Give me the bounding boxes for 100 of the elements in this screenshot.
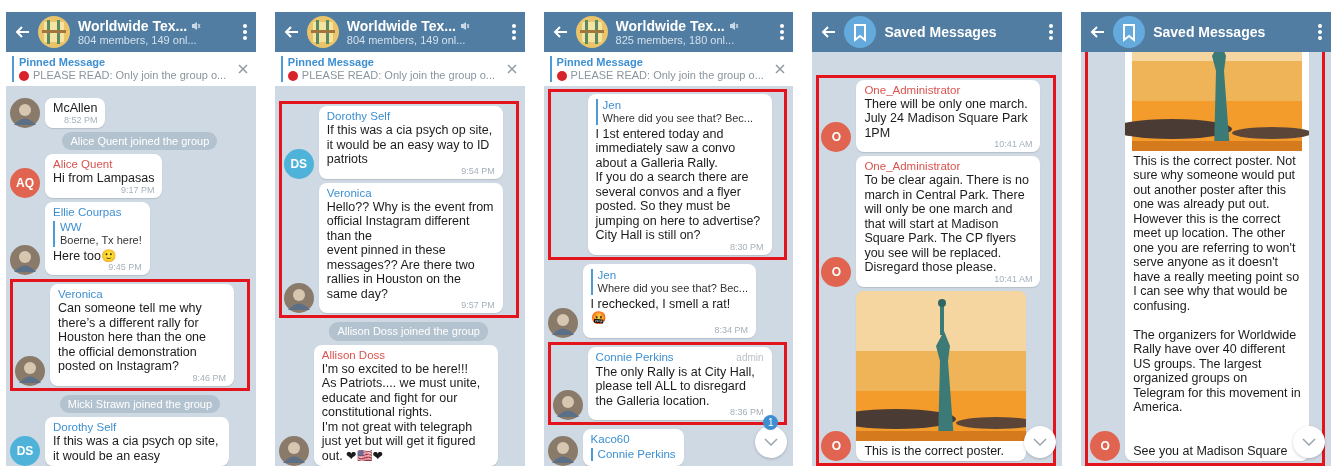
service-message: Alice Quent joined the group <box>62 131 218 150</box>
more-options-icon[interactable] <box>510 23 517 41</box>
sender-name: Veronica <box>58 287 103 301</box>
reply-author: Jen <box>602 98 623 112</box>
back-arrow-icon[interactable] <box>282 24 299 40</box>
sender-name: Alice Quent <box>53 157 113 171</box>
service-message: Allison Doss joined the group <box>329 322 488 341</box>
avatar: DS <box>283 148 314 179</box>
pinned-message-bar[interactable]: Pinned Message PLEASE READ: Only join the group o... <box>274 52 525 86</box>
service-message: Micki Strawn joined the group <box>59 394 221 413</box>
more-options-icon[interactable] <box>1048 23 1055 41</box>
more-options-icon[interactable] <box>241 23 248 41</box>
message-time: 9:46 PM <box>192 372 226 383</box>
chat-title: Worldwide Tex... <box>615 17 725 34</box>
avatar: O <box>821 431 852 461</box>
chat-title: Worldwide Tex... <box>78 17 188 34</box>
message-text: If this was a cia psych op site, it would be an easy <box>53 434 220 463</box>
chevron-down-icon <box>764 438 779 446</box>
bookmark-icon <box>1113 16 1146 48</box>
chevron-down-icon <box>1033 438 1048 446</box>
member-count: 804 members, 149 onl... <box>346 33 467 47</box>
member-count: 804 members, 149 onl... <box>78 33 198 47</box>
reply-text: Where did you see that? Bec... <box>597 281 748 295</box>
pinned-text: PLEASE READ: Only join the group o... <box>33 69 227 82</box>
reply-quote[interactable]: WW Boerne, Tx here! <box>53 220 142 247</box>
message-time: 8:52 PM <box>63 114 98 125</box>
pinned-text: PLEASE READ: Only join the group o... <box>301 69 495 82</box>
close-icon[interactable] <box>237 64 248 74</box>
sender-name: One_Administrator <box>864 82 961 97</box>
sender-name: One_Administrator <box>864 159 961 173</box>
chat-title: Saved Messages <box>884 24 997 40</box>
sender-name: Dorothy Self <box>326 109 391 123</box>
pinned-message-bar[interactable]: Pinned Message PLEASE READ: Only join the group o... <box>543 52 794 86</box>
chevron-down-icon <box>1302 438 1316 446</box>
message-text: There will be only one march. July 24 Madison Square Park 1PM <box>864 96 1029 140</box>
message-text: This is the correct poster. Not sure why someone would put out another poster after this one was already put out. However this is the correct meet up location. The other one you are referring to won't serve anyone as it doesn't have a really meeting point so I can see why that would be confusing. The organizers for Worldwide Rally have over 40 different US groups. The largest organized groups on Telegram for this movement in America. See you at Madison Square <box>1133 153 1302 458</box>
avatar-icon <box>547 307 578 338</box>
sender-name: Connie Perkins <box>595 349 674 364</box>
sender-name: Dorothy Self <box>53 420 117 434</box>
reply-author: Jen <box>597 268 618 282</box>
avatar: O <box>821 256 852 287</box>
avatar-icon <box>547 436 578 466</box>
message-text: This is the correct poster. <box>864 443 1006 458</box>
back-arrow-icon[interactable] <box>551 24 568 40</box>
role-label: admin <box>736 350 764 365</box>
more-options-icon[interactable] <box>1317 23 1323 41</box>
reply-quote[interactable]: Jen Where did you see that? Bec... <box>595 98 764 125</box>
avatar: DS <box>10 436 40 466</box>
message-time: 9:17 PM <box>120 184 155 195</box>
back-arrow-icon[interactable] <box>820 24 837 40</box>
message-time: 9:57 PM <box>461 300 495 310</box>
sender-name: Veronica <box>326 185 372 200</box>
member-count: 825 members, 180 onl... <box>615 33 736 47</box>
message-text: I rechecked, I smell a rat! 🤬 <box>590 296 732 326</box>
avatar-icon <box>278 436 309 466</box>
avatar-icon <box>283 283 314 313</box>
message-text: McAllen <box>53 101 98 116</box>
chat-title: Worldwide Tex... <box>346 17 456 34</box>
message-text: If this was a cia psych op site, it would be an easy way to ID patriots <box>326 123 494 167</box>
avatar-icon <box>10 97 40 128</box>
avatar: O <box>1090 431 1121 461</box>
message-time: 9:45 PM <box>108 262 142 272</box>
pinned-label: Pinned Message <box>19 56 107 69</box>
avatar-icon <box>15 355 45 386</box>
close-icon[interactable] <box>506 64 517 74</box>
message-text: The only Rally is at City Hall, please tell ALL to disregard the Galleria location. <box>595 364 756 408</box>
avatar-icon <box>10 245 40 275</box>
message-text: To be clear again. There is no march in Central Park. There will only be one march and that will start at Madison Square Park. The CP flyers you see will be replaced. Disregard those please. <box>864 173 1030 275</box>
reply-text: Boerne, Tx here! <box>60 233 142 247</box>
message-time: 8:36 PM <box>730 407 764 417</box>
message-text: Here too🙂 <box>53 248 118 263</box>
message-text: Hello?? Why is the event from official Instagram different than the event pinned in these messages?? Are there two rallies in Houston on the same day? <box>326 199 495 301</box>
message-time: 9:54 PM <box>461 165 495 176</box>
avatar: O <box>821 122 852 152</box>
pinned-label: Pinned Message <box>287 56 375 69</box>
chat-title: Saved Messages <box>1153 24 1266 40</box>
message-time: 10:41 AM <box>994 273 1033 284</box>
sender-name: Kaco60 <box>590 432 630 446</box>
dot-icon <box>287 70 298 81</box>
dot-icon <box>19 70 29 81</box>
message-text: I 1st entered today and immediately saw a convo about a Galleria Rally. If you do a search there are several convos and a flyer posted. So they must be jumping on here to advertise? City Hall is still on? <box>595 126 762 243</box>
reply-author: WW <box>60 220 83 234</box>
reply-text: Where did you see that? Bec... <box>602 111 754 125</box>
pinned-message-bar[interactable]: Pinned Message PLEASE READ: Only join the group o... <box>6 52 256 86</box>
message-text: I'm so excited to be here!!! As Patriots.... we must unite, educate and fight for our constitutional rights. I'm not great with telegraph just yet but will get it figured out. ❤🇺🇸❤ <box>321 361 482 463</box>
avatar-icon <box>552 390 583 420</box>
message-time: 8:30 PM <box>730 241 764 252</box>
scroll-down-button[interactable] <box>1024 426 1057 458</box>
reply-quote[interactable]: Jen Where did you see that? Bec... <box>590 268 748 295</box>
pinned-label: Pinned Message <box>556 56 644 69</box>
pinned-text: PLEASE READ: Only join the group o... <box>570 69 764 82</box>
close-icon[interactable] <box>775 64 786 74</box>
back-arrow-icon[interactable] <box>14 24 30 40</box>
scroll-down-button[interactable] <box>755 426 788 458</box>
avatar: AQ <box>10 167 40 198</box>
sender-name: Allison Doss <box>321 347 386 362</box>
more-options-icon[interactable] <box>779 23 786 41</box>
message-text: Can someone tell me why there’s a different rally for Houston here than the one the official demonstration posted on Instagram? <box>58 301 208 374</box>
message-time: 10:41 AM <box>994 139 1033 149</box>
back-arrow-icon[interactable] <box>1089 24 1106 40</box>
